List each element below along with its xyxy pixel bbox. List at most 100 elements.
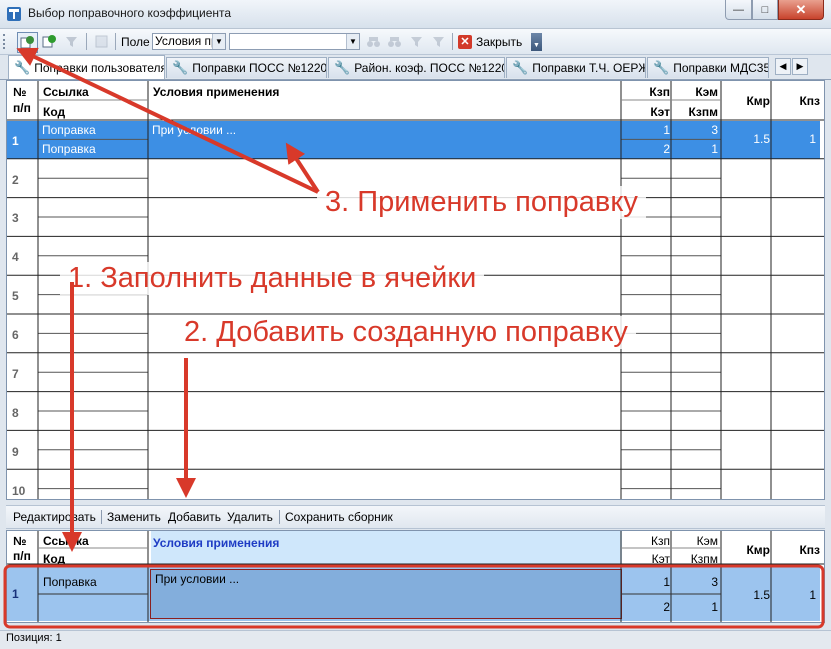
editor-header-link: Ссылка [43,534,89,548]
tab-strip: 🔧 Поправки пользователя 🔧 Поправки ПОСС … [0,55,831,80]
close-button-label: Закрыть [476,35,523,49]
editor-header-num: № [13,534,27,548]
editor-header-conditions: Условия применения [153,536,280,550]
tab-user-corrections[interactable]: 🔧 Поправки пользователя [8,55,165,79]
row-code[interactable]: Поправка [42,142,96,156]
editor-kzpm-field[interactable]: 1 [672,600,718,614]
toolbar-grip[interactable] [3,34,8,49]
maximize-icon: □ [761,3,769,16]
delete-link[interactable]: Удалить [227,510,273,524]
tab-mds35[interactable]: 🔧 Поправки МДС35 [647,57,769,78]
add-icon [42,35,56,48]
filter-clear-button[interactable] [429,32,448,51]
editor-kzp-field[interactable]: 1 [622,575,670,589]
toolbar: Поле Условия пр ▼ ▼ ✕ Закрыть ▼ [0,29,831,55]
row-kzpm[interactable]: 1 [672,142,718,156]
editor-header-kpz: Кпз [799,543,820,557]
title-bar: Выбор поправочного коэффициента — □ ✕ [0,0,831,29]
row-num: 1 [12,134,19,148]
editor-link-field[interactable]: Поправка [43,575,97,589]
row-kem[interactable]: 3 [672,123,718,137]
editor-num: 1 [12,587,19,601]
tab-label: Поправки пользователя [34,60,165,75]
binoculars-next-icon [388,37,401,47]
header-kzp: Кзп [649,85,670,99]
editor-header-num-2: п/п [13,549,31,563]
tab-scroll-right-button[interactable]: ▶ [792,58,808,75]
field-select-value: Условия пр [155,34,218,48]
row-link[interactable]: Поправка [42,123,96,137]
row-num: 9 [12,445,19,459]
editor-table: № п/п Ссылка Код Условия применения Кзп … [6,530,825,623]
row-kzp[interactable]: 1 [622,123,670,137]
edit-link[interactable]: Редактировать [13,510,96,524]
annotation-step3: 3. Применить поправку [317,186,646,219]
chevron-down-icon: ▼ [212,34,225,49]
maximize-button[interactable]: □ [752,0,778,20]
chevron-left-icon: ◀ [779,61,787,71]
wrench-icon: 🔧 [172,60,189,75]
toolbar-overflow-button[interactable]: ▼ [531,33,542,51]
editor-header-ket: Кэт [651,552,670,566]
header-conditions: Условия применения [153,85,280,99]
row-kmr[interactable]: 1.5 [722,132,770,146]
editor-kem-field[interactable]: 3 [672,575,718,589]
close-icon: ✕ [795,1,807,17]
find-next-button[interactable] [385,32,404,51]
header-kpz: Кпз [799,94,820,108]
minimize-button[interactable]: — [725,0,752,20]
row-num: 7 [12,367,19,381]
header-kem: Кэм [695,85,718,99]
editor-header-kem: Кэм [696,534,718,548]
action-bar: Редактировать Заменить Добавить Удалить … [6,505,825,529]
row-num: 6 [12,328,19,342]
close-window-button[interactable]: ✕ [778,0,824,20]
window-title: Выбор поправочного коэффициента [28,6,232,20]
chevron-down-icon: ▼ [346,34,359,49]
filter-button[interactable] [62,32,81,51]
funnel-clear-icon [433,37,444,47]
row-num: 8 [12,406,19,420]
row-num: 3 [12,211,19,225]
tab-tch-oerzh[interactable]: 🔧 Поправки Т.Ч. ОЕРЖ [506,57,646,78]
row-num: 10 [12,484,26,498]
apply-icon [20,36,34,49]
copy-button[interactable] [92,32,111,51]
row-num: 5 [12,289,19,303]
tab-regional-coef[interactable]: 🔧 Район. коэф. ПОСС №1220р [328,57,505,78]
editor-header-kzp: Кзп [651,534,670,548]
field-label: Поле [121,35,150,49]
apply-correction-button[interactable] [17,32,38,53]
chevron-right-icon: ▶ [796,61,804,71]
editor-conditions-text[interactable]: При условии ... [155,572,239,586]
find-button[interactable] [364,32,383,51]
editor-kpz-field[interactable]: 1 [772,588,816,602]
add-link[interactable]: Добавить [168,510,221,524]
add-button[interactable] [40,32,59,51]
header-kmr: Кмр [746,94,770,108]
wrench-icon: 🔧 [512,60,529,75]
field-select[interactable]: Условия пр ▼ [152,33,226,50]
header-kzpm: Кзпм [688,105,718,119]
close-button[interactable]: ✕ Закрыть [458,33,522,51]
tab-poss-1220[interactable]: 🔧 Поправки ПОСС №1220р [166,57,327,78]
wrench-icon: 🔧 [14,59,31,75]
editor-header-kzpm: Кзпм [690,552,718,566]
save-collection-link[interactable]: Сохранить сборник [285,510,393,524]
row-ket[interactable]: 2 [622,142,670,156]
replace-link[interactable]: Заменить [107,510,161,524]
row-conditions[interactable]: При условии ... [152,123,236,137]
header-num-2: п/п [13,101,31,115]
row-num: 4 [12,250,19,264]
header-num: № [13,85,27,99]
tab-scroll-left-button[interactable]: ◀ [775,58,791,75]
copy-icon [95,35,108,48]
filter-apply-button[interactable] [407,32,426,51]
search-input[interactable]: ▼ [229,33,360,50]
status-text: Позиция: 1 [6,632,62,644]
editor-kmr-field[interactable]: 1.5 [722,588,770,602]
tab-label: Поправки МДС35 [673,61,769,75]
row-kpz[interactable]: 1 [772,132,816,146]
editor-ket-field[interactable]: 2 [622,600,670,614]
editor-header-code: Код [43,552,66,566]
